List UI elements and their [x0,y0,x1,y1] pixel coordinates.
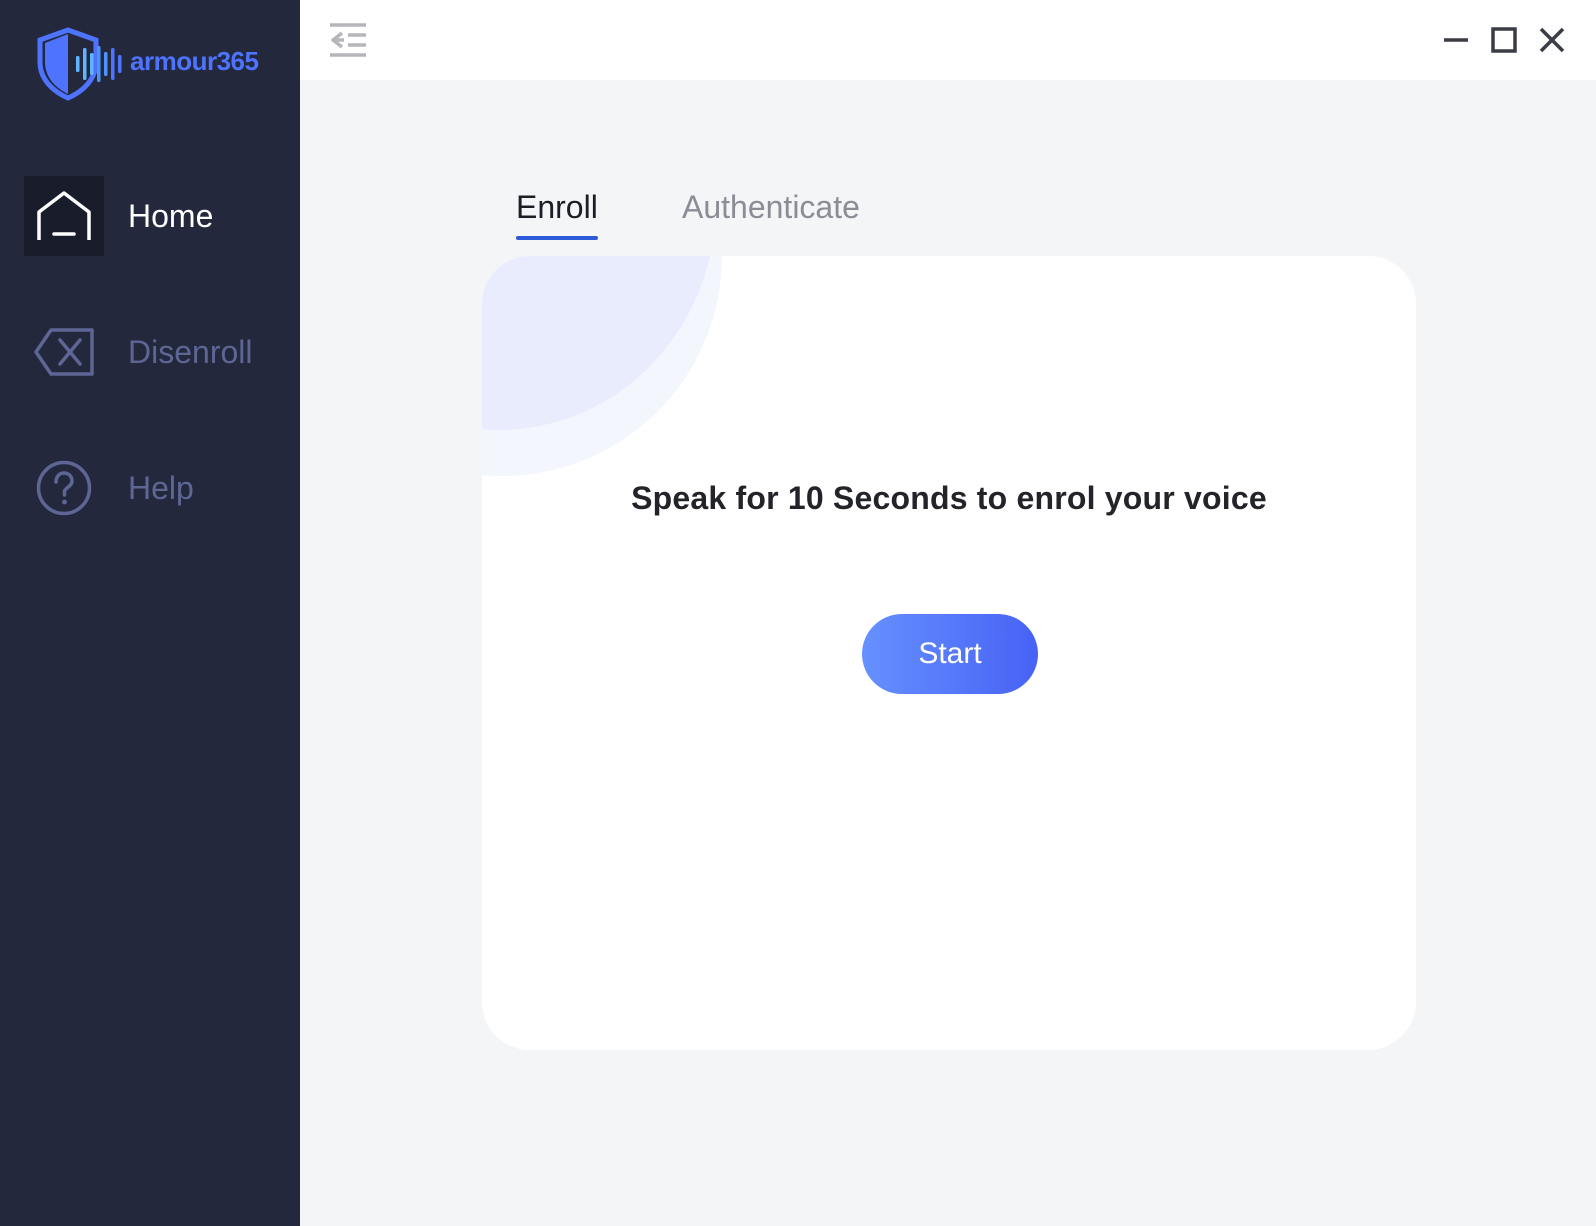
tab-label: Enroll [516,189,598,225]
collapse-sidebar-icon[interactable] [328,22,368,58]
sidebar-item-disenroll[interactable]: Disenroll [24,312,300,392]
close-icon[interactable] [1532,20,1572,60]
title-bar [300,0,1596,80]
tab-enroll[interactable]: Enroll [516,180,598,240]
sidebar-item-label: Home [128,198,214,234]
tab-label: Authenticate [682,189,860,225]
home-icon [24,176,104,256]
maximize-icon[interactable] [1484,20,1524,60]
sidebar-item-label: Disenroll [128,334,253,370]
sidebar-item-help[interactable]: Help [24,448,300,528]
enroll-card: Speak for 10 Seconds to enrol your voice… [482,256,1416,1050]
app-logo: armour365 [36,26,276,102]
backspace-x-icon [24,312,104,392]
shield-icon [37,27,122,101]
help-circle-icon [24,448,104,528]
app-name: armour365 [130,46,259,76]
enroll-instruction: Speak for 10 Seconds to enrol your voice [631,480,1267,516]
sidebar-item-label: Help [128,470,194,506]
active-tab-indicator [516,236,598,240]
tab-authenticate[interactable]: Authenticate [682,180,860,234]
start-button[interactable]: Start [862,614,1038,694]
minimize-icon[interactable] [1436,20,1476,60]
sidebar-item-home[interactable]: Home [24,176,300,256]
sidebar: armour365 Home Disenroll Help [0,0,300,1226]
